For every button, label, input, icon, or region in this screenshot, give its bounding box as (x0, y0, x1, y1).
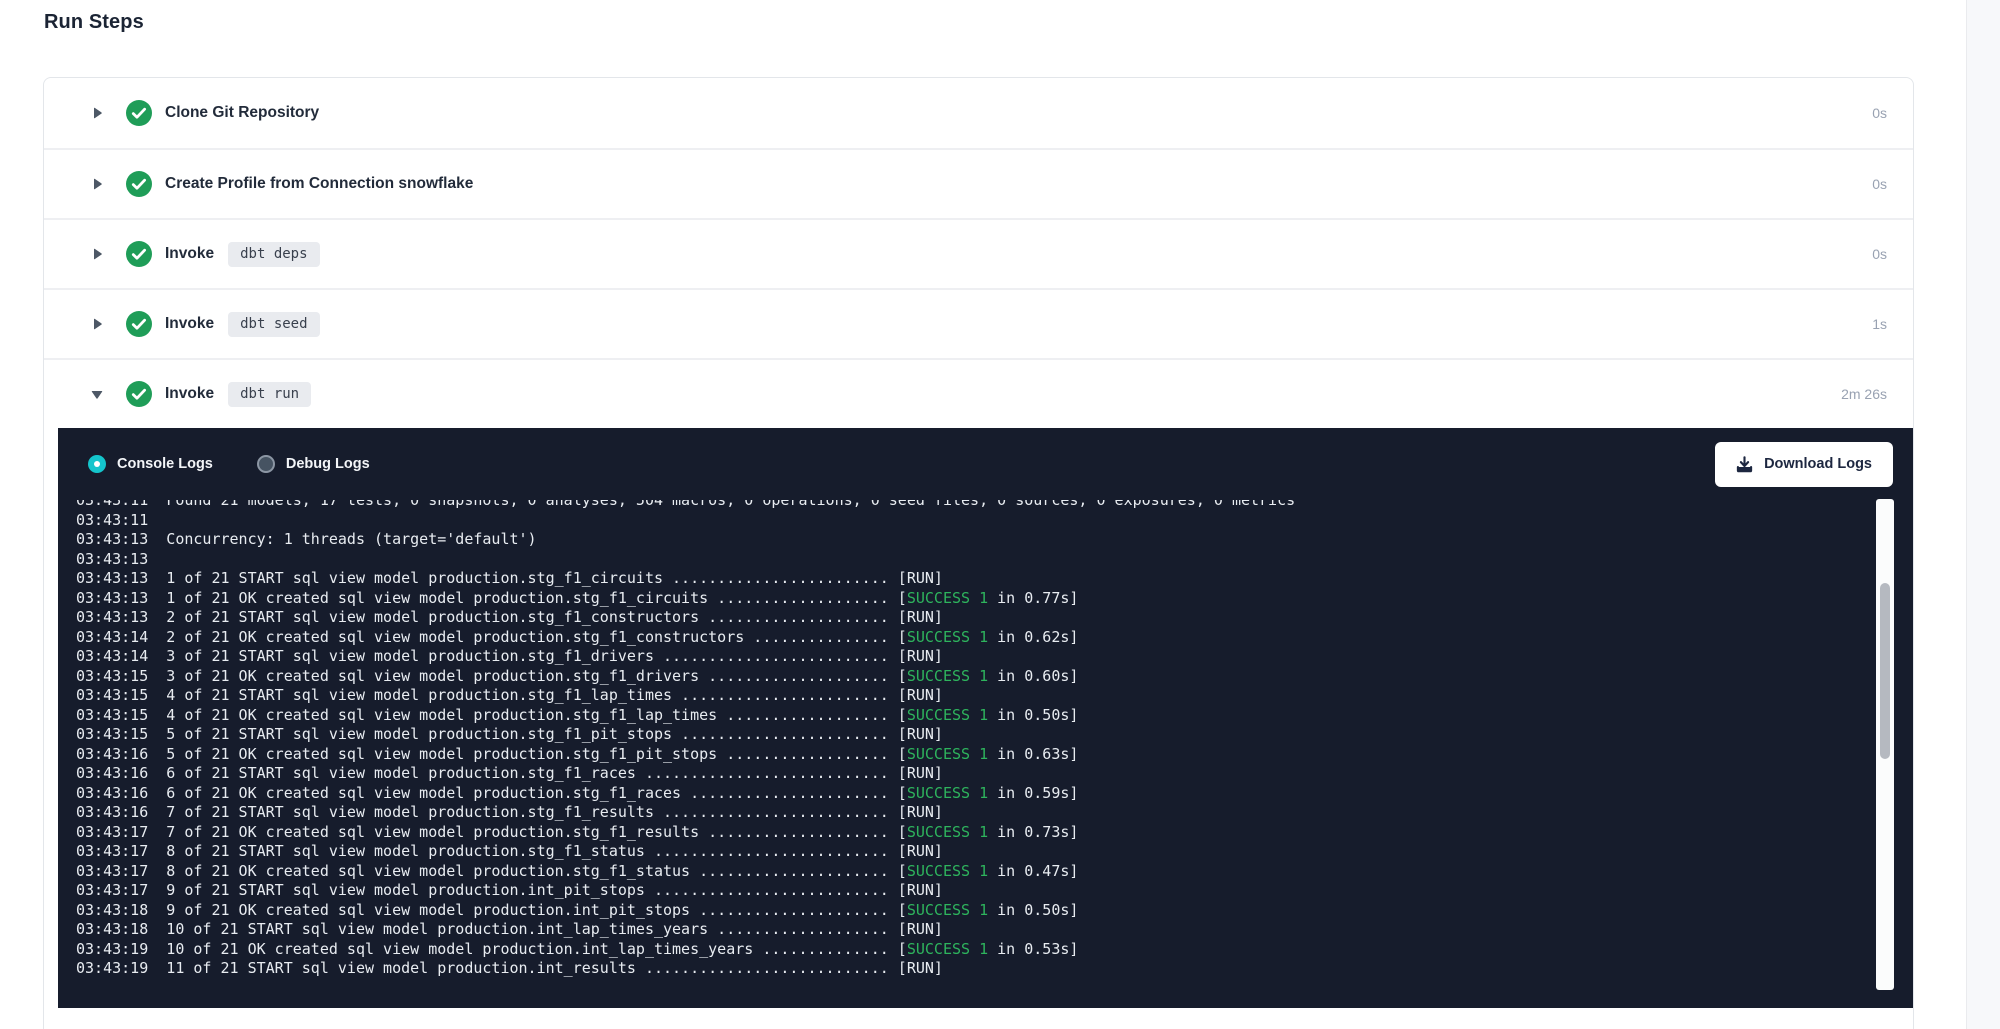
log-line: 03:43:16 5 of 21 OK created sql view mod… (76, 745, 1873, 765)
success-status-text: SUCCESS 1 (907, 901, 988, 919)
success-status-text: SUCCESS 1 (907, 784, 988, 802)
success-status-text: SUCCESS 1 (907, 940, 988, 958)
log-type-radio-group: Console Logs Debug Logs (88, 455, 414, 473)
step-label: Invoke (165, 245, 214, 263)
step-label: Invoke (165, 315, 214, 333)
log-line: 03:43:16 7 of 21 START sql view model pr… (76, 803, 1873, 823)
log-scrollbar-track[interactable] (1876, 499, 1894, 990)
step-command-badge: dbt run (228, 382, 311, 407)
adjacent-panel-edge (1966, 0, 2000, 1029)
log-panel-header: Console Logs Debug Logs Download Logs (58, 428, 1913, 500)
log-line: 03:43:19 10 of 21 OK created sql view mo… (76, 940, 1873, 960)
chevron-right-icon[interactable] (89, 316, 105, 332)
log-panel: Console Logs Debug Logs Download Logs 03:… (58, 428, 1913, 1008)
log-line: 03:43:15 4 of 21 OK created sql view mod… (76, 706, 1873, 726)
log-line: 03:43:13 Concurrency: 1 threads (target=… (76, 530, 1873, 550)
page-title: Run Steps (44, 11, 144, 34)
log-line: 03:43:18 9 of 21 OK created sql view mod… (76, 901, 1873, 921)
log-line: 03:43:15 3 of 21 OK created sql view mod… (76, 667, 1873, 687)
download-logs-label: Download Logs (1764, 456, 1872, 472)
step-duration: 1s (1872, 316, 1887, 332)
log-line: 03:43:16 6 of 21 OK created sql view mod… (76, 784, 1873, 804)
log-line: 03:43:14 3 of 21 START sql view model pr… (76, 647, 1873, 667)
radio-selected-icon[interactable] (88, 455, 106, 473)
success-status-text: SUCCESS 1 (907, 628, 988, 646)
success-check-icon (126, 241, 152, 267)
step-label: Invoke (165, 385, 214, 403)
success-check-icon (126, 381, 152, 407)
step-row-dbt-seed[interactable]: Invoke dbt seed 1s (44, 288, 1913, 358)
log-line: 03:43:13 1 of 21 START sql view model pr… (76, 569, 1873, 589)
log-line: 03:43:13 1 of 21 OK created sql view mod… (76, 589, 1873, 609)
console-log-output[interactable]: 03:43:11 Found 21 models, 17 tests, 0 sn… (58, 500, 1873, 996)
step-duration: 0s (1872, 246, 1887, 262)
chevron-right-icon[interactable] (89, 105, 105, 121)
log-line: 03:43:15 4 of 21 START sql view model pr… (76, 686, 1873, 706)
success-check-icon (126, 100, 152, 126)
log-line: 03:43:16 6 of 21 START sql view model pr… (76, 764, 1873, 784)
console-logs-radio[interactable]: Console Logs (88, 455, 213, 473)
run-steps-card: Clone Git Repository0sCreate Profile fro… (43, 77, 1914, 1029)
step-duration: 0s (1872, 176, 1887, 192)
step-row-dbt-run[interactable]: Invoke dbt run 2m 26s (44, 358, 1913, 428)
log-line: 03:43:18 10 of 21 START sql view model p… (76, 920, 1873, 940)
radio-unselected-icon[interactable] (257, 455, 275, 473)
log-line: 03:43:17 8 of 21 OK created sql view mod… (76, 862, 1873, 882)
success-status-text: SUCCESS 1 (907, 706, 988, 724)
download-logs-button[interactable]: Download Logs (1715, 442, 1893, 487)
success-check-icon (126, 171, 152, 197)
radio-label: Debug Logs (286, 456, 370, 472)
log-line: 03:43:13 (76, 550, 1873, 570)
step-duration: 0s (1872, 105, 1887, 121)
step-label: Clone Git Repository (165, 104, 319, 122)
step-row-dbt-deps[interactable]: Invoke dbt deps 0s (44, 218, 1913, 288)
download-icon (1736, 456, 1753, 473)
debug-logs-radio[interactable]: Debug Logs (257, 455, 370, 473)
step-command-badge: dbt seed (228, 312, 319, 337)
log-line: 03:43:17 9 of 21 START sql view model pr… (76, 881, 1873, 901)
success-status-text: SUCCESS 1 (907, 862, 988, 880)
radio-label: Console Logs (117, 456, 213, 472)
step-duration: 2m 26s (1841, 386, 1887, 402)
log-line: 03:43:14 2 of 21 OK created sql view mod… (76, 628, 1873, 648)
log-line: 03:43:15 5 of 21 START sql view model pr… (76, 725, 1873, 745)
success-status-text: SUCCESS 1 (907, 667, 988, 685)
success-check-icon (126, 311, 152, 337)
success-status-text: SUCCESS 1 (907, 745, 988, 763)
log-line: 03:43:19 11 of 21 START sql view model p… (76, 959, 1873, 979)
chevron-right-icon[interactable] (89, 246, 105, 262)
log-line: 03:43:11 Found 21 models, 17 tests, 0 sn… (76, 500, 1873, 511)
success-status-text: SUCCESS 1 (907, 823, 988, 841)
log-line: 03:43:11 (76, 511, 1873, 531)
chevron-down-icon[interactable] (89, 386, 105, 402)
log-scrollbar-thumb[interactable] (1880, 583, 1890, 759)
success-status-text: SUCCESS 1 (907, 589, 988, 607)
chevron-right-icon[interactable] (89, 176, 105, 192)
step-row-clone-git-repository[interactable]: Clone Git Repository 0s (44, 78, 1913, 148)
log-line: 03:43:17 8 of 21 START sql view model pr… (76, 842, 1873, 862)
log-line: 03:43:17 7 of 21 OK created sql view mod… (76, 823, 1873, 843)
step-command-badge: dbt deps (228, 242, 319, 267)
step-row-create-profile-from-connection-snowflake[interactable]: Create Profile from Connection snowflake… (44, 148, 1913, 218)
log-line: 03:43:13 2 of 21 START sql view model pr… (76, 608, 1873, 628)
step-label: Create Profile from Connection snowflake (165, 175, 473, 193)
